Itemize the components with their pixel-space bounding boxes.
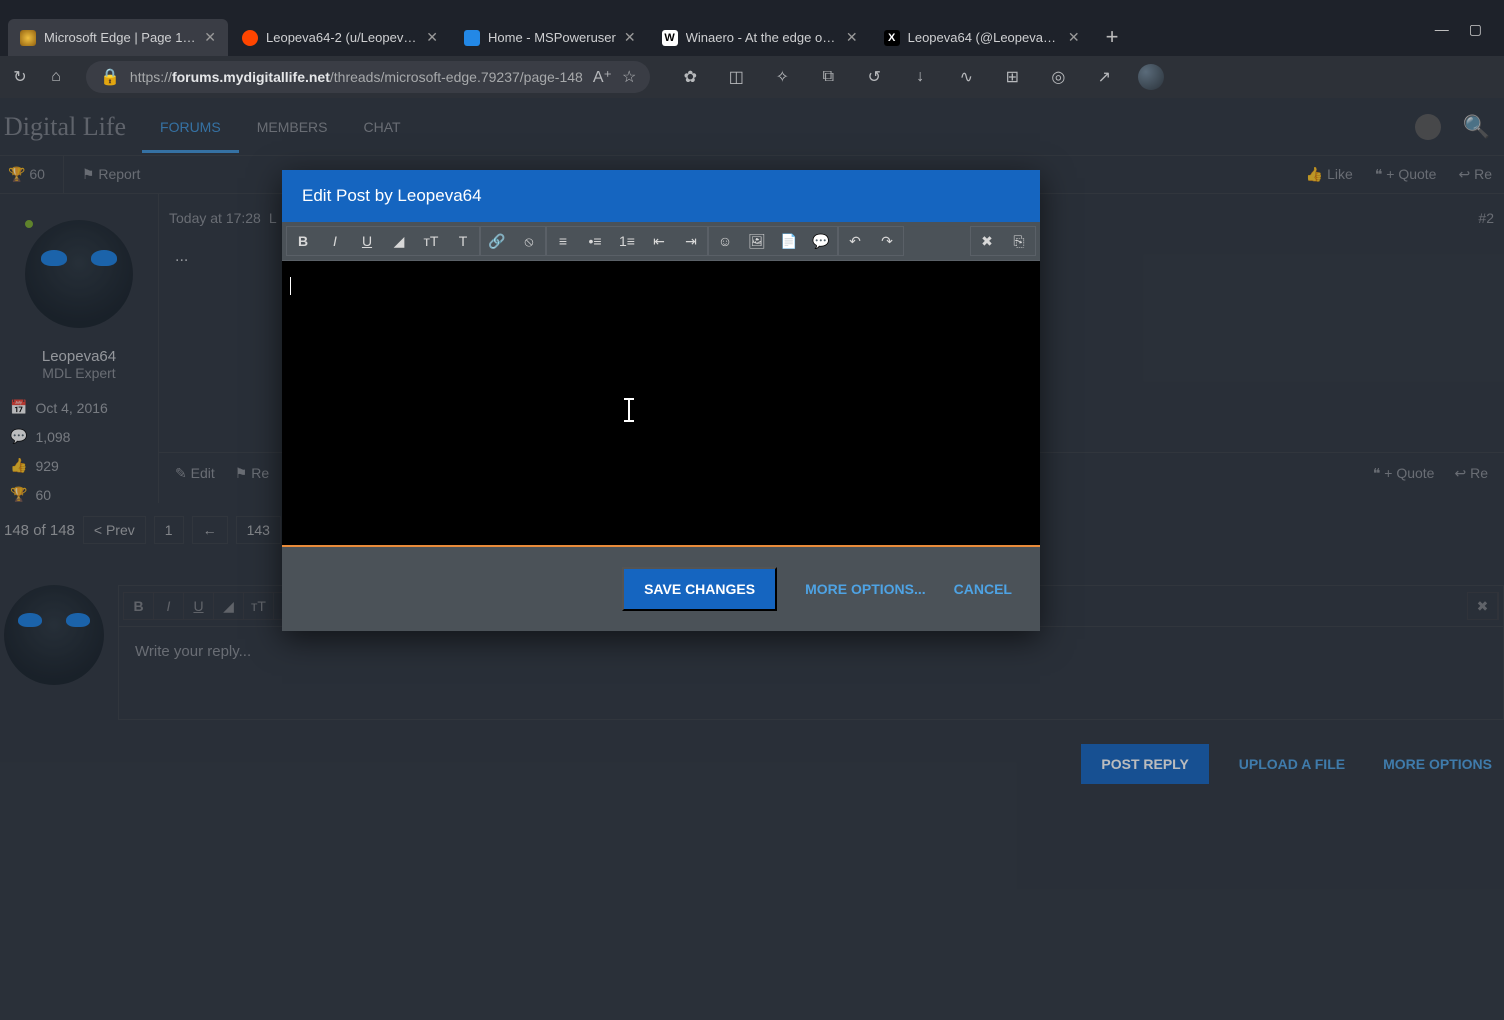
performance-icon[interactable]: ∿ (954, 65, 978, 89)
downloads-icon[interactable]: ↓ (908, 65, 932, 89)
tab-label: Winaero - At the edge of twe… (686, 30, 838, 45)
font-icon[interactable]: T (447, 227, 479, 255)
olist-icon[interactable]: 1≡ (611, 227, 643, 255)
history-icon[interactable]: ↺ (862, 65, 886, 89)
redo-icon[interactable]: ↷ (871, 227, 903, 255)
home-icon[interactable]: ⌂ (44, 65, 68, 89)
browser-tab[interactable]: W Winaero - At the edge of twe… ✕ (650, 19, 870, 56)
tab-label: Leopeva64 (@Leopeva64) / … (908, 30, 1060, 45)
toolbar-icons: ✿ ◫ ✧ ⧉ ↺ ↓ ∿ ⊞ ◎ ↗ (678, 64, 1164, 90)
favicon-icon (464, 30, 480, 46)
modal-footer: SAVE CHANGES MORE OPTIONS... CANCEL (282, 547, 1040, 631)
bold-icon[interactable]: B (287, 227, 319, 255)
address-bar: ↻ ⌂ 🔒 https://forums.mydigitallife.net/t… (0, 56, 1504, 98)
toggle-bb-icon[interactable]: ⎘ (1003, 227, 1035, 255)
tab-label: Home - MSPoweruser (488, 30, 616, 45)
unlink-icon[interactable]: ⦸ (513, 227, 545, 255)
lock-icon: 🔒 (100, 67, 120, 87)
browser-tab[interactable]: Home - MSPoweruser ✕ (452, 19, 648, 56)
size-icon[interactable]: тT (415, 227, 447, 255)
maximize-icon[interactable]: ▢ (1469, 21, 1482, 38)
align-icon[interactable]: ≡ (547, 227, 579, 255)
clear-format-icon[interactable]: ✖ (971, 227, 1003, 255)
quote-icon[interactable]: 💬 (805, 227, 837, 255)
favorite-icon[interactable]: ☆ (622, 67, 636, 87)
undo-icon[interactable]: ↶ (839, 227, 871, 255)
screenshot-icon[interactable]: ◎ (1046, 65, 1070, 89)
modal-toolbar: BIU◢тTT 🔗⦸ ≡•≡1≡⇤⇥ ☺🖼📄💬 ↶↷ ✖⎘ (282, 222, 1040, 261)
text-cursor-icon (622, 399, 636, 421)
url-box[interactable]: 🔒 https://forums.mydigitallife.net/threa… (86, 61, 650, 93)
browser-tab[interactable]: X Leopeva64 (@Leopeva64) / … ✕ (872, 19, 1092, 56)
ulist-icon[interactable]: •≡ (579, 227, 611, 255)
window-controls: — ▢ (1421, 11, 1496, 56)
favicon-icon: X (884, 30, 900, 46)
browser-tab-bar: Microsoft Edge | Page 148 | … ✕ Leopeva6… (0, 0, 1504, 56)
split-icon[interactable]: ◫ (724, 65, 748, 89)
underline-icon[interactable]: U (351, 227, 383, 255)
close-icon[interactable]: ✕ (846, 29, 858, 46)
browser-tab[interactable]: Leopeva64-2 (u/Leopeva64… ✕ (230, 19, 450, 56)
apps-icon[interactable]: ⊞ (1000, 65, 1024, 89)
tab-label: Microsoft Edge | Page 148 | … (44, 30, 196, 45)
close-icon[interactable]: ✕ (624, 29, 636, 46)
more-options-button[interactable]: MORE OPTIONS... (805, 581, 926, 597)
favorites-icon[interactable]: ✧ (770, 65, 794, 89)
url-text: https://forums.mydigitallife.net/threads… (130, 69, 583, 85)
close-icon[interactable]: ✕ (1068, 29, 1080, 46)
text-caret (290, 277, 291, 295)
link-icon[interactable]: 🔗 (481, 227, 513, 255)
edit-post-modal: Edit Post by Leopeva64 BIU◢тTT 🔗⦸ ≡•≡1≡⇤… (282, 170, 1040, 631)
collections-icon[interactable]: ⧉ (816, 65, 840, 89)
browser-tab[interactable]: Microsoft Edge | Page 148 | … ✕ (8, 19, 228, 56)
minimize-icon[interactable]: — (1435, 21, 1449, 38)
favicon-icon: W (662, 30, 678, 46)
file-icon[interactable]: 📄 (773, 227, 805, 255)
refresh-icon[interactable]: ↻ (8, 65, 32, 89)
tab-label: Leopeva64-2 (u/Leopeva64… (266, 30, 418, 45)
favicon-icon (242, 30, 258, 46)
modal-editor[interactable] (282, 261, 1040, 547)
share-icon[interactable]: ↗ (1092, 65, 1116, 89)
close-icon[interactable]: ✕ (204, 29, 216, 46)
favicon-icon (20, 30, 36, 46)
italic-icon[interactable]: I (319, 227, 351, 255)
color-icon[interactable]: ◢ (383, 227, 415, 255)
profile-avatar-icon[interactable] (1138, 64, 1164, 90)
emoji-icon[interactable]: ☺ (709, 227, 741, 255)
image-icon[interactable]: 🖼 (741, 227, 773, 255)
extensions-icon[interactable]: ✿ (678, 65, 702, 89)
outdent-icon[interactable]: ⇤ (643, 227, 675, 255)
modal-title: Edit Post by Leopeva64 (282, 170, 1040, 222)
close-icon[interactable]: ✕ (426, 29, 438, 46)
cancel-button[interactable]: CANCEL (954, 581, 1012, 597)
indent-icon[interactable]: ⇥ (675, 227, 707, 255)
reader-icon[interactable]: A⁺ (593, 67, 612, 87)
save-changes-button[interactable]: SAVE CHANGES (622, 567, 777, 611)
new-tab-button[interactable]: + (1094, 18, 1131, 56)
